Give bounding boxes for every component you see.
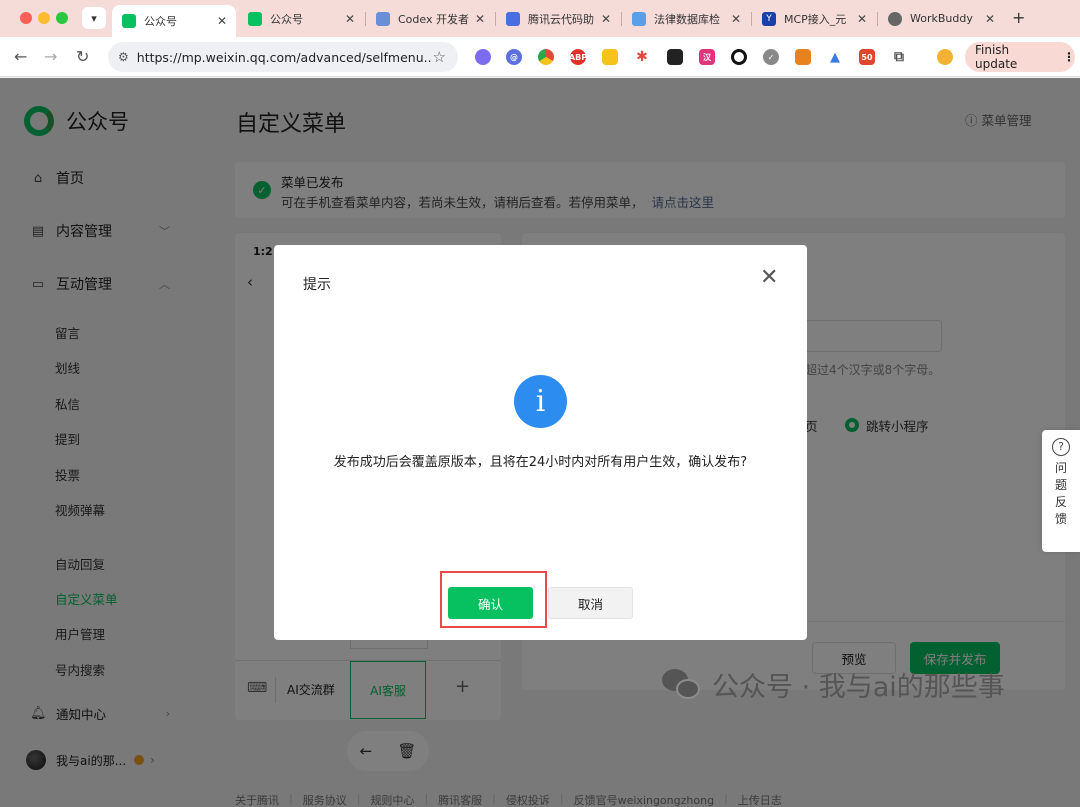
finish-update-button[interactable]: Finish update ⋮ xyxy=(965,42,1075,72)
close-tab-icon[interactable]: ✕ xyxy=(982,12,998,26)
close-tab-icon[interactable]: ✕ xyxy=(214,14,230,28)
bookmark-star-icon[interactable]: ☆ xyxy=(433,48,446,66)
tab[interactable]: WorkBuddy ✕ xyxy=(878,6,1004,31)
tick-ext-icon[interactable] xyxy=(667,49,683,65)
chrome-ext-icon[interactable] xyxy=(538,49,554,65)
tab-search-icon[interactable]: ▾ xyxy=(82,7,106,29)
feedback-widget[interactable]: ? 问题反馈 xyxy=(1042,430,1080,552)
check-ext-icon[interactable]: ✓ xyxy=(763,49,779,65)
close-tab-icon[interactable]: ✕ xyxy=(728,12,744,26)
question-icon: ? xyxy=(1052,438,1070,456)
ring-ext-icon[interactable] xyxy=(731,49,747,65)
browser-tab-bar: ▾ 公众号 ✕ 公众号 ✕ Codex 开发者 ✕ 腾讯云代码助 ✕ 法律数据库… xyxy=(0,0,1080,37)
reload-icon[interactable]: ↻ xyxy=(76,47,89,66)
arrow-ext-icon[interactable]: ▲ xyxy=(827,49,843,65)
codex-tab-icon xyxy=(376,11,390,26)
abp-ext-icon[interactable]: ABP xyxy=(569,49,587,65)
close-tab-icon[interactable]: ✕ xyxy=(598,12,614,26)
tab[interactable]: 公众号 ✕ xyxy=(238,6,364,31)
y-tab-icon: Y xyxy=(762,11,776,26)
wechat-tab-icon xyxy=(248,11,262,26)
puzzle-ext-icon[interactable]: ⧉ xyxy=(891,49,907,65)
spark-ext-icon[interactable]: ✱ xyxy=(634,49,650,65)
more-menu-icon[interactable]: ⋮ xyxy=(1063,50,1075,64)
address-bar[interactable]: ⚙ https://mp.weixin.qq.com/advanced/self… xyxy=(108,42,458,72)
forward-icon[interactable]: → xyxy=(44,47,57,66)
new-tab-icon[interactable]: + xyxy=(1012,8,1025,27)
wechat-watermark-icon xyxy=(662,668,702,701)
close-tab-icon[interactable]: ✕ xyxy=(472,12,488,26)
tab[interactable]: 腾讯云代码助 ✕ xyxy=(496,6,620,31)
dialog-title: 提示 xyxy=(303,277,331,293)
confirm-button[interactable]: 确认 xyxy=(448,587,533,619)
minimize-window-button[interactable] xyxy=(38,12,50,24)
fox-ext-icon[interactable] xyxy=(795,49,811,65)
close-icon[interactable]: ✕ xyxy=(760,265,778,290)
badge-ext-icon[interactable]: 50 xyxy=(859,49,875,65)
tencent-cloud-tab-icon xyxy=(506,11,520,26)
keep-ext-icon[interactable] xyxy=(602,49,618,65)
confirm-dialog: 提示 ✕ i 发布成功后会覆盖原版本，且将在24小时内对所有用户生效，确认发布?… xyxy=(274,245,807,640)
globe-tab-icon xyxy=(888,11,902,26)
cloud-tab-icon xyxy=(632,11,646,26)
cancel-button[interactable]: 取消 xyxy=(548,587,633,619)
back-icon[interactable]: ← xyxy=(14,47,27,66)
dialog-message: 发布成功后会覆盖原版本，且将在24小时内对所有用户生效，确认发布? xyxy=(333,455,748,470)
tab[interactable]: Y MCP接入_元 ✕ xyxy=(752,6,876,31)
profile-avatar-icon[interactable] xyxy=(937,49,953,65)
watermark: 公众号 · 我与ai的那些事 xyxy=(662,665,1005,704)
wechat-tab-icon xyxy=(122,14,136,28)
maximize-window-button[interactable] xyxy=(56,12,68,24)
at-ext-icon[interactable]: @ xyxy=(506,49,522,65)
site-settings-icon[interactable]: ⚙ xyxy=(118,50,129,64)
robot-ext-icon[interactable] xyxy=(475,49,491,65)
tab-active[interactable]: 公众号 ✕ xyxy=(112,5,236,37)
translate-ext-icon[interactable]: 汉 xyxy=(699,49,715,65)
info-icon: i xyxy=(514,375,567,428)
tab[interactable]: 法律数据库检 ✕ xyxy=(622,6,750,31)
tab[interactable]: Codex 开发者 ✕ xyxy=(366,6,494,31)
close-tab-icon[interactable]: ✕ xyxy=(854,12,870,26)
close-window-button[interactable] xyxy=(20,12,32,24)
close-tab-icon[interactable]: ✕ xyxy=(342,12,358,26)
browser-toolbar: ← → ↻ ⚙ https://mp.weixin.qq.com/advance… xyxy=(0,37,1080,77)
